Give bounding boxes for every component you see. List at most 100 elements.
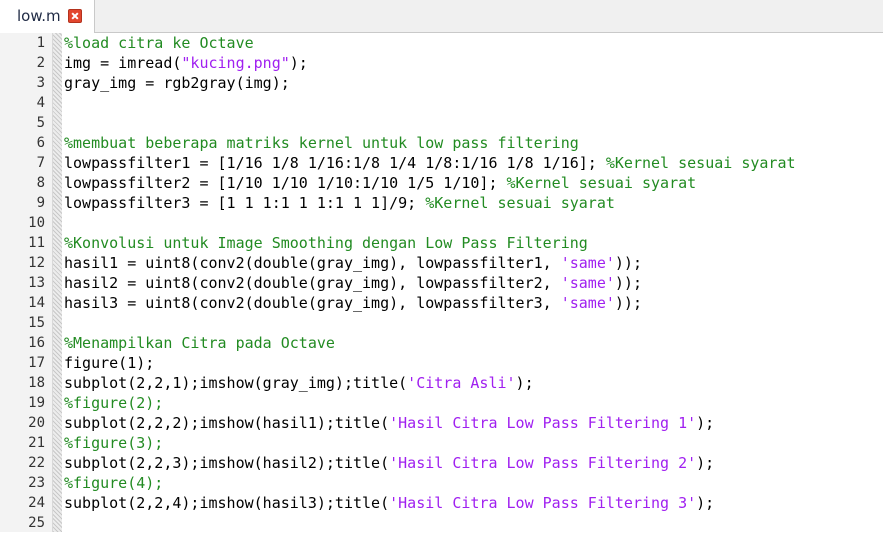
code-line[interactable]: 14 hasil3 = uint8(conv2(double(gray_img),… bbox=[0, 293, 883, 313]
code-token: subplot(2,2,3);imshow(hasil2);title( bbox=[64, 454, 390, 472]
line-number: 7 bbox=[36, 155, 45, 171]
code-text: subplot(2,2,3);imshow(hasil2);title('Has… bbox=[64, 454, 714, 472]
line-number: 9 bbox=[36, 195, 45, 211]
code-text: lowpassfilter3 = [1 1 1:1 1 1:1 1 1]/9; … bbox=[64, 194, 615, 212]
line-number: 20 bbox=[28, 415, 45, 431]
line-number: 18 bbox=[28, 375, 45, 391]
code-line[interactable]: 19 %figure(2); bbox=[0, 393, 883, 413]
line-number: 6 bbox=[36, 135, 45, 151]
code-text: %figure(3); bbox=[64, 434, 163, 452]
code-comment: %load citra ke Octave bbox=[64, 34, 254, 52]
code-text: subplot(2,2,4);imshow(hasil3);title('Has… bbox=[64, 494, 714, 512]
code-line[interactable]: 20 subplot(2,2,2);imshow(hasil1);title('H… bbox=[0, 413, 883, 433]
code-line[interactable]: 8 lowpassfilter2 = [1/10 1/10 1/10:1/10 1… bbox=[0, 173, 883, 193]
code-line[interactable]: 1 %load citra ke Octave bbox=[0, 33, 883, 53]
code-token: gray_img = rgb2gray(img); bbox=[64, 74, 290, 92]
code-token: subplot(2,2,2);imshow(hasil1);title( bbox=[64, 414, 390, 432]
code-text: hasil2 = uint8(conv2(double(gray_img), l… bbox=[64, 274, 642, 292]
code-token: subplot(2,2,4);imshow(hasil3);title( bbox=[64, 494, 390, 512]
code-token: ); bbox=[289, 54, 308, 72]
code-token: hasil2 = uint8(conv2(double(gray_img), l… bbox=[64, 274, 561, 292]
line-number: 14 bbox=[28, 295, 45, 311]
code-line[interactable]: 17 figure(1); bbox=[0, 353, 883, 373]
line-number: 13 bbox=[28, 275, 45, 291]
code-line[interactable]: 4 bbox=[0, 93, 883, 113]
line-number: 1 bbox=[36, 35, 45, 51]
code-string: 'Hasil Citra Low Pass Filtering 1' bbox=[389, 414, 697, 432]
code-token: hasil3 = uint8(conv2(double(gray_img), l… bbox=[64, 294, 561, 312]
code-token: lowpassfilter1 = [1/16 1/8 1/16:1/8 1/4 … bbox=[64, 154, 606, 172]
code-line[interactable]: 16 %Menampilkan Citra pada Octave bbox=[0, 333, 883, 353]
code-line[interactable]: 24 subplot(2,2,4);imshow(hasil3);title('H… bbox=[0, 493, 883, 513]
code-line[interactable]: 15 bbox=[0, 313, 883, 333]
line-number: 19 bbox=[28, 395, 45, 411]
code-text: %Konvolusi untuk Image Smoothing dengan … bbox=[64, 234, 588, 252]
code-token: lowpassfilter3 = [1 1 1:1 1 1:1 1 1]/9; bbox=[64, 194, 426, 212]
code-token: ); bbox=[696, 414, 715, 432]
line-number: 25 bbox=[28, 515, 45, 531]
code-string: 'same' bbox=[560, 254, 615, 272]
code-line[interactable]: 23 %figure(4); bbox=[0, 473, 883, 493]
code-comment: %Menampilkan Citra pada Octave bbox=[64, 334, 335, 352]
code-string: 'Citra Asli' bbox=[407, 374, 516, 392]
code-comment: %Kernel sesuai syarat bbox=[506, 174, 697, 192]
code-line[interactable]: 6 %membuat beberapa matriks kernel untuk … bbox=[0, 133, 883, 153]
code-token: img = imread( bbox=[64, 54, 182, 72]
tab-label: low.m bbox=[17, 7, 61, 25]
line-number: 10 bbox=[28, 215, 45, 231]
code-token: )); bbox=[614, 294, 642, 312]
line-number: 8 bbox=[36, 175, 45, 191]
code-line[interactable]: 18 subplot(2,2,1);imshow(gray_img);title(… bbox=[0, 373, 883, 393]
code-text: lowpassfilter2 = [1/10 1/10 1/10:1/10 1/… bbox=[64, 174, 696, 192]
code-token: )); bbox=[614, 274, 642, 292]
code-token: )); bbox=[614, 254, 642, 272]
code-line[interactable]: 2 img = imread("kucing.png"); bbox=[0, 53, 883, 73]
code-line[interactable]: 12 hasil1 = uint8(conv2(double(gray_img),… bbox=[0, 253, 883, 273]
tab-bar: low.m bbox=[0, 0, 883, 33]
code-line[interactable]: 9 lowpassfilter3 = [1 1 1:1 1 1:1 1 1]/9;… bbox=[0, 193, 883, 213]
code-text: %figure(2); bbox=[64, 394, 163, 412]
line-number: 11 bbox=[28, 235, 45, 251]
line-number: 2 bbox=[36, 55, 45, 71]
line-number: 4 bbox=[36, 95, 45, 111]
code-text: hasil1 = uint8(conv2(double(gray_img), l… bbox=[64, 254, 642, 272]
code-text: lowpassfilter1 = [1/16 1/8 1/16:1/8 1/4 … bbox=[64, 154, 796, 172]
code-text: subplot(2,2,2);imshow(hasil1);title('Has… bbox=[64, 414, 714, 432]
code-comment: %Konvolusi untuk Image Smoothing dengan … bbox=[64, 234, 588, 252]
line-number: 17 bbox=[28, 355, 45, 371]
code-line[interactable]: 21 %figure(3); bbox=[0, 433, 883, 453]
code-comment: %membuat beberapa matriks kernel untuk l… bbox=[64, 134, 579, 152]
code-token: ); bbox=[515, 374, 534, 392]
code-string: 'same' bbox=[560, 274, 615, 292]
code-line[interactable]: 10 bbox=[0, 213, 883, 233]
code-text: img = imread("kucing.png"); bbox=[64, 54, 308, 72]
code-editor[interactable]: 1 %load citra ke Octave 2 img = imread("kuc… bbox=[0, 33, 883, 532]
code-line[interactable]: 22 subplot(2,2,3);imshow(hasil2);title('H… bbox=[0, 453, 883, 473]
code-line[interactable]: 25 bbox=[0, 513, 883, 533]
tab-low-m[interactable]: low.m bbox=[0, 0, 95, 33]
line-number: 22 bbox=[28, 455, 45, 471]
code-line[interactable]: 7 lowpassfilter1 = [1/16 1/8 1/16:1/8 1/4… bbox=[0, 153, 883, 173]
code-lines: 1 %load citra ke Octave 2 img = imread("kuc… bbox=[0, 33, 883, 533]
code-token: ); bbox=[696, 454, 715, 472]
code-text: figure(1); bbox=[64, 354, 154, 372]
code-line[interactable]: 3 gray_img = rgb2gray(img); bbox=[0, 73, 883, 93]
line-number: 24 bbox=[28, 495, 45, 511]
code-comment: %figure(2); bbox=[64, 394, 164, 412]
code-text: %figure(4); bbox=[64, 474, 163, 492]
line-number: 5 bbox=[36, 115, 45, 131]
line-number: 15 bbox=[28, 315, 45, 331]
line-number: 23 bbox=[28, 475, 45, 491]
code-token: lowpassfilter2 = [1/10 1/10 1/10:1/10 1/… bbox=[64, 174, 507, 192]
line-number: 3 bbox=[36, 75, 45, 91]
code-line[interactable]: 13 hasil2 = uint8(conv2(double(gray_img),… bbox=[0, 273, 883, 293]
code-comment: %figure(4); bbox=[64, 474, 164, 492]
code-text: %membuat beberapa matriks kernel untuk l… bbox=[64, 134, 579, 152]
code-string: 'Hasil Citra Low Pass Filtering 3' bbox=[389, 494, 697, 512]
code-text: gray_img = rgb2gray(img); bbox=[64, 74, 290, 92]
code-line[interactable]: 11 %Konvolusi untuk Image Smoothing denga… bbox=[0, 233, 883, 253]
code-line[interactable]: 5 bbox=[0, 113, 883, 133]
close-icon[interactable] bbox=[68, 9, 82, 23]
code-text: %load citra ke Octave bbox=[64, 34, 254, 52]
code-text: %Menampilkan Citra pada Octave bbox=[64, 334, 335, 352]
